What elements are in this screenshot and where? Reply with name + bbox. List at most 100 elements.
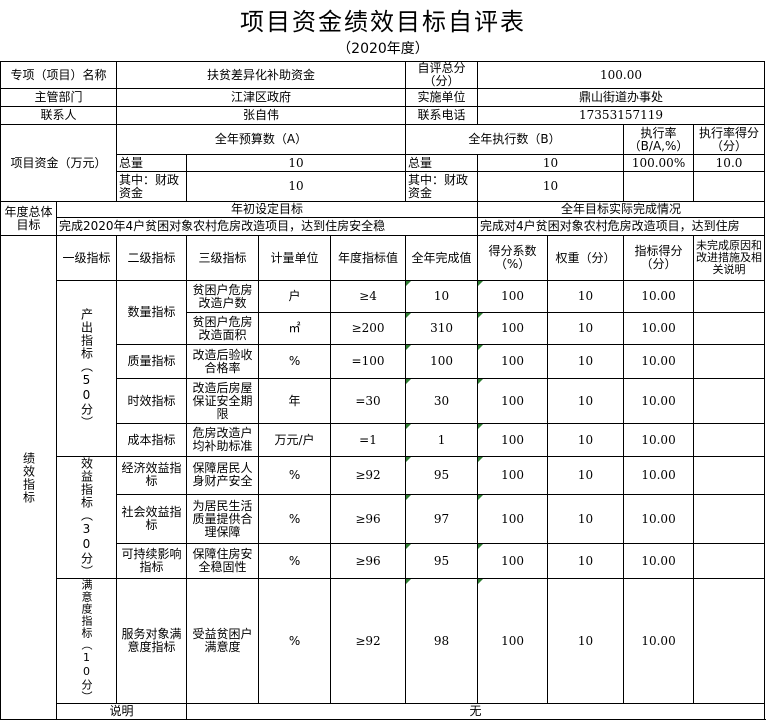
level3-cell: 危房改造户均补助标准 bbox=[186, 423, 260, 457]
note-cell bbox=[693, 578, 766, 704]
level1-benefit: 效益指标（30分） bbox=[55, 456, 118, 579]
indicators-label: 绩效指标 bbox=[0, 235, 57, 720]
budget-header: 全年预算数（A） bbox=[116, 124, 407, 155]
weight-cell: 10 bbox=[547, 493, 625, 545]
page-title: 项目资金绩效目标自评表 bbox=[240, 8, 526, 36]
unit-cell: ㎡ bbox=[258, 312, 332, 345]
impl-value: 鼎山街道办事处 bbox=[477, 88, 766, 107]
indicators-label-text: 绩效指标 bbox=[21, 451, 36, 504]
year-label: （2020年度） bbox=[337, 41, 429, 57]
level2-quality: 质量指标 bbox=[116, 344, 188, 379]
funds-label: 项目资金（万元） bbox=[0, 124, 118, 202]
target-cell: ≥96 bbox=[330, 493, 407, 545]
coef-cell: 100 bbox=[477, 493, 549, 545]
unit-cell: % bbox=[258, 456, 332, 495]
level2-economic: 经济效益指标 bbox=[116, 456, 188, 495]
unit-cell: 万元/户 bbox=[258, 423, 332, 457]
col-header-target: 年度指标值 bbox=[330, 235, 407, 281]
note-cell bbox=[693, 456, 766, 495]
col-header-done: 全年完成值 bbox=[405, 235, 479, 281]
target-cell: ≥96 bbox=[330, 543, 407, 579]
note-cell bbox=[693, 493, 766, 545]
level2-cost: 成本指标 bbox=[116, 423, 188, 457]
note-cell bbox=[693, 280, 766, 313]
score-cell: 10.00 bbox=[623, 578, 695, 704]
weight-cell: 10 bbox=[547, 423, 625, 457]
done-cell: 100 bbox=[405, 344, 479, 379]
dept-value: 江津区政府 bbox=[116, 88, 407, 107]
done-cell: 30 bbox=[405, 378, 479, 424]
goal-set-header: 年初设定目标 bbox=[55, 201, 479, 218]
remarks-value: 无 bbox=[186, 703, 766, 720]
done-cell: 95 bbox=[405, 543, 479, 579]
level3-cell: 改造后验收合格率 bbox=[186, 344, 260, 379]
rate-score-header: 执行率得分（分） bbox=[693, 124, 766, 155]
level3-cell: 保障居民人身财产安全 bbox=[186, 456, 260, 495]
target-cell: =30 bbox=[330, 378, 407, 424]
target-cell: ≥92 bbox=[330, 456, 407, 495]
level1-satisfaction-text: 满意度指标（10分） bbox=[80, 579, 93, 703]
level2-sustainable: 可持续影响指标 bbox=[116, 543, 188, 579]
exec-header: 全年执行数（B） bbox=[405, 124, 625, 155]
total-score-label: 自评总分（分） bbox=[405, 61, 479, 89]
level1-output: 产出指标（50分） bbox=[55, 280, 118, 457]
empty-cell bbox=[693, 171, 766, 202]
unit-cell: % bbox=[258, 578, 332, 704]
dept-label: 主管部门 bbox=[0, 88, 118, 107]
phone-value: 17353157119 bbox=[477, 106, 766, 125]
remarks-label: 说明 bbox=[55, 703, 188, 720]
col-header-weight: 权重（分） bbox=[547, 235, 625, 281]
col-header-score: 指标得分（分） bbox=[623, 235, 695, 281]
project-name: 扶贫差异化补助资金 bbox=[116, 61, 407, 89]
coef-cell: 100 bbox=[477, 280, 549, 313]
level2-quantity: 数量指标 bbox=[116, 280, 188, 345]
done-cell: 98 bbox=[405, 578, 479, 704]
exec-fiscal-label: 其中：财政资金 bbox=[405, 171, 479, 202]
budget-total: 10 bbox=[186, 154, 407, 172]
col-header-level1: 一级指标 bbox=[55, 235, 118, 281]
note-cell bbox=[693, 344, 766, 379]
goal-actual-text: 完成对4户贫困对象农村危房改造项目，达到住房 bbox=[477, 217, 766, 236]
impl-label: 实施单位 bbox=[405, 88, 479, 107]
empty-cell bbox=[623, 171, 695, 202]
note-cell bbox=[693, 543, 766, 579]
evaluation-table: 专项（项目）名称 扶贫差异化补助资金 自评总分（分） 100.00 主管部门 江… bbox=[0, 61, 766, 720]
exec-rate-score: 10.0 bbox=[693, 154, 766, 172]
weight-cell: 10 bbox=[547, 312, 625, 345]
coef-cell: 100 bbox=[477, 378, 549, 424]
weight-cell: 10 bbox=[547, 280, 625, 313]
note-cell bbox=[693, 312, 766, 345]
contact-value: 张自伟 bbox=[116, 106, 407, 125]
target-cell: ≥200 bbox=[330, 312, 407, 345]
level3-cell: 改造后房屋保证安全期限 bbox=[186, 378, 260, 424]
unit-cell: % bbox=[258, 543, 332, 579]
budget-total-label: 总量 bbox=[116, 154, 188, 172]
coef-cell: 100 bbox=[477, 543, 549, 579]
level1-benefit-text: 效益指标（30分） bbox=[79, 457, 94, 578]
goal-set-text: 完成2020年4户贫困对象农村危房改造项目，达到住房安全稳 bbox=[55, 217, 479, 236]
weight-cell: 10 bbox=[547, 578, 625, 704]
level1-output-text: 产出指标（50分） bbox=[79, 308, 94, 429]
done-cell: 1 bbox=[405, 423, 479, 457]
target-cell: ≥4 bbox=[330, 280, 407, 313]
col-header-coef: 得分系数（%） bbox=[477, 235, 549, 281]
col-header-level2: 二级指标 bbox=[116, 235, 188, 281]
total-score: 100.00 bbox=[477, 61, 766, 89]
col-header-level3: 三级指标 bbox=[186, 235, 260, 281]
budget-fiscal: 10 bbox=[186, 171, 407, 202]
done-cell: 97 bbox=[405, 493, 479, 545]
col-header-note: 未完成原因和改进措施及相关说明 bbox=[693, 235, 766, 281]
done-cell: 95 bbox=[405, 456, 479, 495]
score-cell: 10.00 bbox=[623, 493, 695, 545]
col-header-unit: 计量单位 bbox=[258, 235, 332, 281]
level2-timeliness: 时效指标 bbox=[116, 378, 188, 424]
note-cell bbox=[693, 378, 766, 424]
done-cell: 10 bbox=[405, 280, 479, 313]
annual-goal-label: 年度总体目标 bbox=[0, 201, 57, 236]
level2-social: 社会效益指标 bbox=[116, 493, 188, 545]
level3-cell: 保障住房安全稳固性 bbox=[186, 543, 260, 579]
coef-cell: 100 bbox=[477, 578, 549, 704]
coef-cell: 100 bbox=[477, 423, 549, 457]
score-cell: 10.00 bbox=[623, 378, 695, 424]
level3-cell: 受益贫困户满意度 bbox=[186, 578, 260, 704]
